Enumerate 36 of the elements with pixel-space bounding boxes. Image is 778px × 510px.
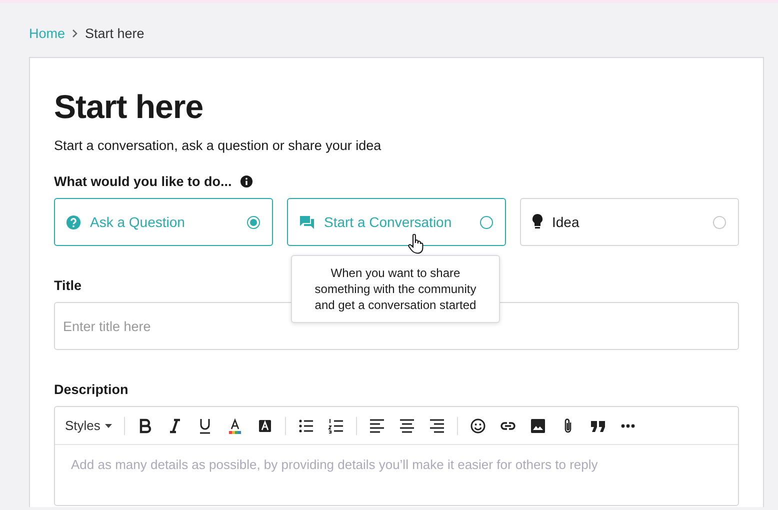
numbered-list-icon[interactable]	[328, 418, 344, 434]
description-label: Description	[54, 382, 128, 397]
option-card[interactable]: Start a Conversation	[287, 198, 506, 246]
styles-dropdown[interactable]: Styles	[65, 418, 124, 433]
info-icon[interactable]	[240, 175, 253, 188]
breadcrumb-current: Start here	[85, 26, 144, 40]
highlight-icon[interactable]	[257, 418, 274, 434]
option-card[interactable]: Ask a Question	[54, 198, 273, 246]
title-label: Title	[54, 278, 82, 293]
radio-button[interactable]	[247, 216, 260, 228]
page-subtitle: Start a conversation, ask a question or share your idea	[54, 138, 382, 153]
radio-button[interactable]	[480, 216, 493, 228]
option-label: Start a Conversation	[324, 214, 453, 230]
page-heading: Start here	[54, 88, 204, 126]
option-label: Ask a Question	[90, 214, 186, 230]
caret-icon	[105, 424, 112, 428]
lightbulb-icon	[532, 214, 543, 230]
align-center-icon[interactable]	[399, 418, 416, 434]
smiley-icon[interactable]	[470, 418, 486, 434]
hand-cursor-icon	[408, 234, 424, 254]
chevron-right-icon	[72, 28, 78, 38]
align-left-icon[interactable]	[369, 418, 386, 434]
option-label: Idea	[552, 214, 580, 230]
align-right-icon[interactable]	[429, 418, 446, 434]
chat-bubbles-icon	[299, 214, 315, 230]
question-label: What would you like to do...	[54, 174, 232, 189]
tooltip: When you want to share something with the community and get a conversation started	[291, 255, 500, 323]
image-icon[interactable]	[530, 418, 546, 434]
radio-button[interactable]	[713, 216, 726, 228]
bullet-list-icon[interactable]	[298, 418, 314, 434]
breadcrumb-link[interactable]: Home	[29, 26, 66, 40]
bold-icon[interactable]	[137, 418, 154, 434]
question-icon	[66, 214, 81, 230]
description-field[interactable]: Add as many details as possible, by providing details you’ll make it easier for others to reply	[55, 445, 738, 505]
text-color-icon[interactable]	[227, 418, 244, 434]
option-card[interactable]: Idea	[520, 198, 739, 246]
